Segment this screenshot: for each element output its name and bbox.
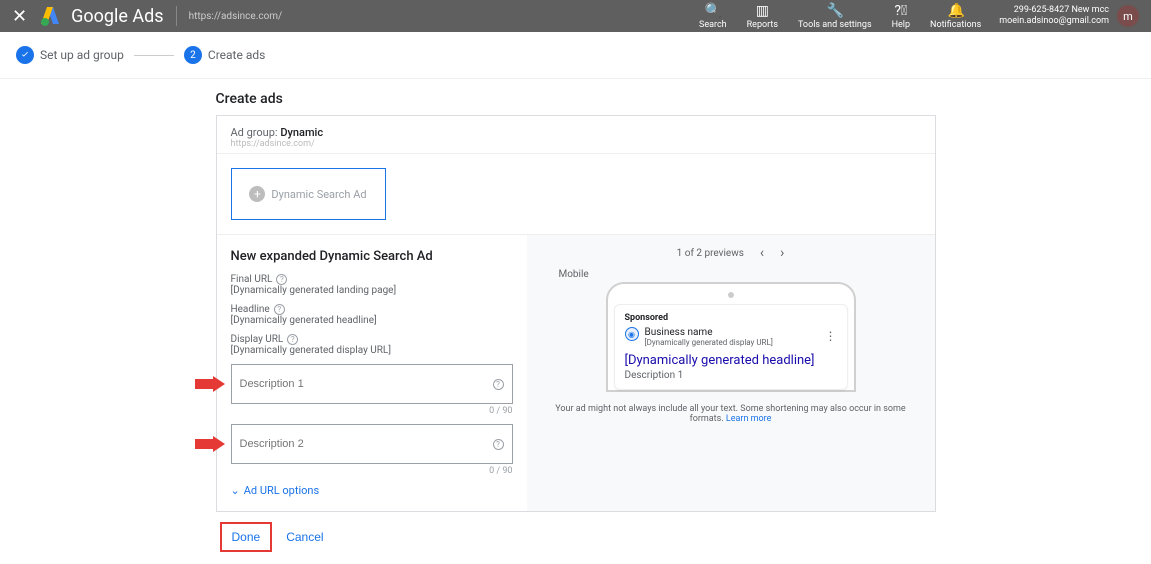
search-label: Search xyxy=(699,20,727,30)
final-url-label: Final URL? xyxy=(231,274,513,285)
help-icon[interactable]: ? xyxy=(493,439,504,450)
help-icon[interactable]: ? xyxy=(287,334,298,345)
ad-url-options-toggle[interactable]: ⌄ Ad URL options xyxy=(231,484,513,497)
stepper: Set up ad group 2 Create ads xyxy=(0,32,1151,79)
step-2-badge: 2 xyxy=(184,46,202,64)
account-email: moein.adsinoo@gmail.com xyxy=(999,16,1109,27)
ad-preview-card: Sponsored ◉ Business name [Dynamically g… xyxy=(614,304,848,390)
editor-footer: Done Cancel xyxy=(216,512,936,562)
description-1-field[interactable]: ? xyxy=(231,364,513,404)
globe-icon: ◉ xyxy=(625,327,639,341)
business-name: Business name xyxy=(645,327,773,338)
ad-group-value: Dynamic xyxy=(280,126,323,139)
dsa-label: Dynamic Search Ad xyxy=(271,188,366,201)
arrow-annotation-icon xyxy=(195,376,225,392)
dynamic-search-ad-tile[interactable]: + Dynamic Search Ad xyxy=(231,168,386,220)
description-1-counter: 0 / 90 xyxy=(231,406,513,416)
preview-next-button[interactable]: › xyxy=(780,245,784,261)
more-icon[interactable]: ⋮ xyxy=(825,329,837,343)
search-icon: 🔍 xyxy=(705,3,721,19)
tools-tool[interactable]: 🔧Tools and settings xyxy=(798,3,872,30)
ad-group-label: Ad group: xyxy=(231,126,278,139)
display-url-label: Display URL? xyxy=(231,334,513,345)
reports-label: Reports xyxy=(747,20,778,30)
reports-icon: ▥ xyxy=(754,3,770,19)
step-connector xyxy=(134,55,174,56)
editor-form: New expanded Dynamic Search Ad Final URL… xyxy=(217,235,527,511)
wrench-icon: 🔧 xyxy=(827,3,843,19)
editor-title: New expanded Dynamic Search Ad xyxy=(231,249,513,264)
cancel-button[interactable]: Cancel xyxy=(286,530,323,544)
help-icon[interactable]: ? xyxy=(493,379,504,390)
check-icon xyxy=(16,46,34,64)
url-chip[interactable]: https://adsince.com/ xyxy=(189,11,283,22)
brand-name: Google Ads xyxy=(71,6,163,27)
account-id: 299-625-8427 New mcc xyxy=(999,5,1109,16)
reports-tool[interactable]: ▥Reports xyxy=(747,3,778,30)
step-1[interactable]: Set up ad group xyxy=(16,46,124,64)
help-tool[interactable]: ?⃝Help xyxy=(892,3,910,30)
preview-panel: 1 of 2 previews ‹ › Mobile Sponsored ◉ B… xyxy=(527,235,935,511)
preview-disclaimer: Your ad might not always include all you… xyxy=(547,404,915,424)
step-2[interactable]: 2 Create ads xyxy=(184,46,265,64)
ad-group-url: https://adsince.com/ xyxy=(231,139,921,149)
headline-label: Headline? xyxy=(231,304,513,315)
help-label: Help xyxy=(892,20,910,30)
ad-editor-card: Ad group: Dynamic https://adsince.com/ +… xyxy=(216,115,936,512)
done-button[interactable]: Done xyxy=(220,522,273,552)
step-1-label: Set up ad group xyxy=(40,48,124,62)
headline-value: [Dynamically generated headline] xyxy=(231,315,513,326)
page-title: Create ads xyxy=(216,91,936,107)
preview-headline[interactable]: [Dynamically generated headline] xyxy=(625,353,837,368)
ad-url-options-label: Ad URL options xyxy=(244,484,319,497)
app-header: ✕ Google Ads https://adsince.com/ 🔍Searc… xyxy=(0,0,1151,32)
help-icon[interactable]: ? xyxy=(274,304,285,315)
phone-frame: Sponsored ◉ Business name [Dynamically g… xyxy=(606,282,856,392)
notifications-tool[interactable]: 🔔Notifications xyxy=(930,3,981,30)
description-2-field[interactable]: ? xyxy=(231,424,513,464)
google-ads-logo-icon xyxy=(39,4,63,28)
display-url-value: [Dynamically generated display URL] xyxy=(231,345,513,356)
preview-device-label: Mobile xyxy=(559,269,915,280)
arrow-annotation-icon xyxy=(195,436,225,452)
description-2-counter: 0 / 90 xyxy=(231,466,513,476)
chevron-down-icon: ⌄ xyxy=(231,484,240,497)
preview-counter: 1 of 2 previews xyxy=(677,248,744,259)
divider xyxy=(176,6,177,26)
description-1-input[interactable] xyxy=(240,378,487,390)
ad-group-row: Ad group: Dynamic https://adsince.com/ xyxy=(217,116,935,154)
plus-icon: + xyxy=(249,186,265,202)
notifications-label: Notifications xyxy=(930,20,981,30)
close-icon[interactable]: ✕ xyxy=(12,6,27,27)
preview-prev-button[interactable]: ‹ xyxy=(760,245,764,261)
bell-icon: 🔔 xyxy=(948,3,964,19)
step-2-label: Create ads xyxy=(208,48,265,62)
account-info[interactable]: 299-625-8427 New mcc moein.adsinoo@gmail… xyxy=(999,5,1109,27)
description-2-input[interactable] xyxy=(240,438,487,450)
phone-speaker-icon xyxy=(728,292,734,298)
tools-label: Tools and settings xyxy=(798,20,872,30)
help-icon: ?⃝ xyxy=(893,3,909,19)
help-icon[interactable]: ? xyxy=(276,274,287,285)
avatar[interactable]: m xyxy=(1117,5,1139,27)
search-tool[interactable]: 🔍Search xyxy=(699,3,727,30)
ad-type-row: + Dynamic Search Ad xyxy=(217,154,935,235)
sponsored-label: Sponsored xyxy=(625,313,837,323)
preview-description: Description 1 xyxy=(625,370,837,381)
final-url-value: [Dynamically generated landing page] xyxy=(231,285,513,296)
preview-display-url: [Dynamically generated display URL] xyxy=(645,338,773,347)
learn-more-link[interactable]: Learn more xyxy=(726,414,772,424)
